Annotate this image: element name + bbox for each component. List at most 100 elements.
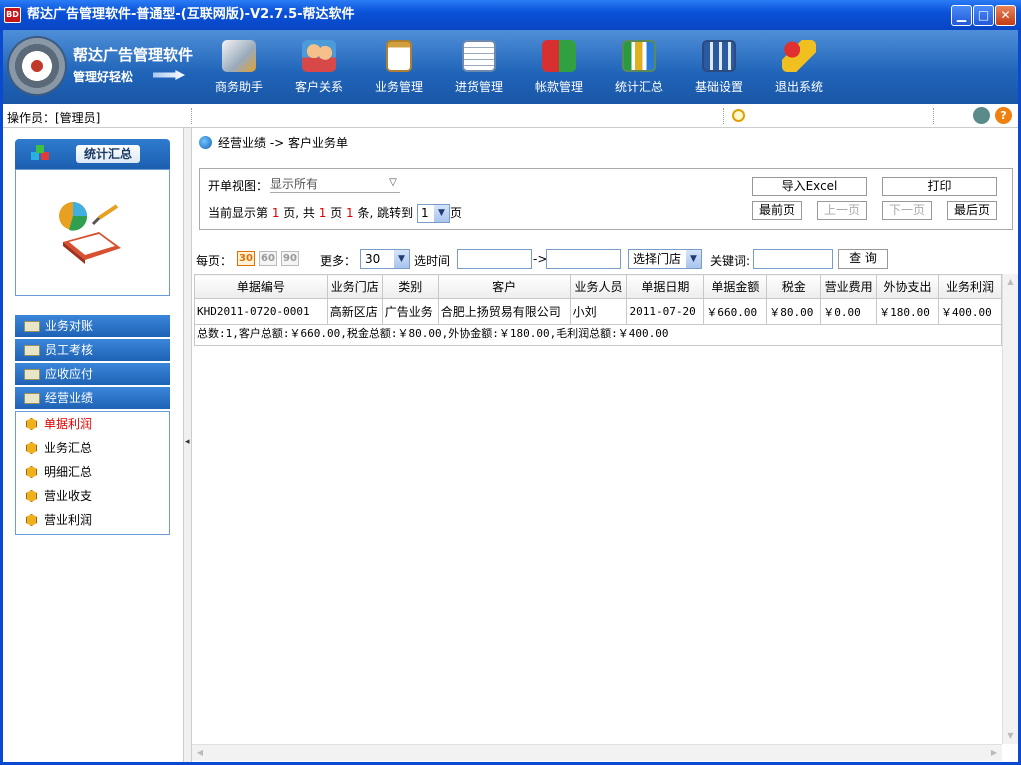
export-excel-button[interactable]: 导入Excel <box>752 177 867 196</box>
title-bar[interactable]: BD 帮达广告管理软件-普通型-(互联网版)-V2.7.5-帮达软件 ▁ □ ✕ <box>0 0 1021 30</box>
menu-employee-assessment[interactable]: 员工考核 <box>15 339 170 361</box>
col-header[interactable]: 业务人员 <box>569 274 628 299</box>
submenu-item-business-summary[interactable]: 业务汇总 <box>16 436 166 460</box>
per-page-60[interactable]: 60 <box>259 251 277 266</box>
chevron-down-icon: ▽ <box>389 177 397 188</box>
maximize-button[interactable]: □ <box>973 5 994 26</box>
toolbar-business-management[interactable]: 业务管理 <box>363 36 435 98</box>
first-page-button[interactable]: 最前页 <box>752 201 802 220</box>
col-header[interactable]: 单据金额 <box>703 274 768 299</box>
start-date-input[interactable] <box>457 249 532 269</box>
toolbar-exit-system[interactable]: 退出系统 <box>763 36 835 98</box>
breadcrumb: 经营业绩 -> 客户业务单 <box>199 134 348 151</box>
store-select-value: 选择门店 <box>633 252 682 266</box>
cell-customer: 合肥上扬贸易有限公司 <box>437 298 571 325</box>
help-icon[interactable]: ? <box>995 107 1012 124</box>
col-header[interactable]: 单据编号 <box>194 274 328 299</box>
col-header[interactable]: 业务利润 <box>938 274 1002 299</box>
operator-label: 操作员：[管理员] <box>7 111 101 125</box>
toolbar-accounts-management[interactable]: 帐款管理 <box>523 36 595 98</box>
next-page-button[interactable]: 下一页 <box>882 201 932 220</box>
per-page-30[interactable]: 30 <box>237 251 255 266</box>
page-info-text: 页 <box>449 206 462 220</box>
toolbar-customer-relations[interactable]: 客户关系 <box>283 36 355 98</box>
sidebar-splitter[interactable]: ◂ <box>183 128 192 762</box>
time-label: 选时间 <box>414 254 451 268</box>
folder-icon <box>24 321 40 332</box>
table-header-row: 单据编号 业务门店 类别 客户 业务人员 单据日期 单据金额 税金 营业费用 外… <box>194 274 1002 299</box>
more-select-value: 30 <box>365 252 381 266</box>
scroll-left-icon[interactable]: ◀ <box>192 745 208 761</box>
query-button[interactable]: 查 询 <box>838 249 888 269</box>
bar-chart-icon <box>622 40 656 72</box>
menu-business-reconciliation[interactable]: 业务对账 <box>15 315 170 337</box>
scroll-up-icon[interactable]: ▲ <box>1003 274 1018 290</box>
calculator-icon <box>702 40 736 72</box>
scroll-down-icon[interactable]: ▼ <box>1003 728 1018 744</box>
cell-operating-cost: ￥0.00 <box>820 298 878 325</box>
brand-slogan: 管理好轻松 <box>73 70 134 84</box>
record-count: 1 <box>346 206 354 220</box>
view-select-value: 显示所有 <box>270 177 319 191</box>
scroll-right-icon[interactable]: ▶ <box>986 745 1002 761</box>
toolbar-statistics[interactable]: 统计汇总 <box>603 36 675 98</box>
app-logo-icon: BD <box>4 7 21 23</box>
end-date-input[interactable] <box>546 249 621 269</box>
submenu-label: 营业利润 <box>44 513 93 527</box>
col-header[interactable]: 业务门店 <box>326 274 383 299</box>
minimize-button[interactable]: ▁ <box>951 5 972 26</box>
col-header[interactable]: 税金 <box>766 274 822 299</box>
toolbar-business-assistant[interactable]: 商务助手 <box>203 36 275 98</box>
close-button[interactable]: ✕ <box>995 5 1016 26</box>
menu-business-performance[interactable]: 经营业绩 <box>15 387 170 409</box>
submenu-item-document-profit[interactable]: 单据利润 <box>16 412 166 436</box>
cell-doc-number: KHD2011-0720-0001 <box>194 298 328 325</box>
window-title: 帮达广告管理软件-普通型-(互联网版)-V2.7.5-帮达软件 <box>27 7 355 22</box>
submenu-item-operating-profit[interactable]: 营业利润 <box>16 508 166 532</box>
last-page-button[interactable]: 最后页 <box>947 201 997 220</box>
view-options-panel: 开单视图： 显示所有 ▽ 当前显示第 1 页, 共 1 页 1 条, 跳转到 1 ▼… <box>199 168 1013 230</box>
clock-icon <box>732 109 745 122</box>
toolbar-basic-settings[interactable]: 基础设置 <box>683 36 755 98</box>
cubes-icon <box>31 145 49 160</box>
arrow-right-icon <box>153 70 185 80</box>
horizontal-scrollbar[interactable]: ◀ ▶ <box>192 744 1002 761</box>
more-select[interactable]: 30 ▼ <box>360 249 410 269</box>
jump-page-value: 1 <box>420 206 429 220</box>
arrows-exchange-icon <box>542 40 576 72</box>
collapse-arrow-icon[interactable]: ◂ <box>185 437 190 447</box>
col-header[interactable]: 营业费用 <box>820 274 878 299</box>
print-button[interactable]: 打印 <box>882 177 997 196</box>
cube-icon <box>26 442 37 454</box>
store-select[interactable]: 选择门店 ▼ <box>628 249 702 269</box>
col-header[interactable]: 单据日期 <box>626 274 705 299</box>
toolbar-label: 退出系统 <box>774 80 823 94</box>
per-page-90[interactable]: 90 <box>281 251 299 266</box>
submenu-item-detail-summary[interactable]: 明细汇总 <box>16 460 166 484</box>
cube-icon <box>26 490 37 502</box>
brand-name: 帮达广告管理软件 <box>73 46 194 64</box>
sidebar: 统计汇总 业务对账 员工考核 应收应付 经营业绩 单据利润 业务汇总 明细汇总 … <box>3 128 183 762</box>
submenu-item-income-expense[interactable]: 营业收支 <box>16 484 166 508</box>
cell-tax: ￥80.00 <box>766 298 822 325</box>
cell-staff: 小刘 <box>569 298 628 325</box>
col-header[interactable]: 类别 <box>381 274 439 299</box>
chevron-down-icon: ▼ <box>433 205 449 222</box>
chevron-down-icon: ▼ <box>686 250 701 268</box>
vertical-scrollbar[interactable]: ▲ ▼ <box>1002 274 1018 744</box>
keyword-input[interactable] <box>753 249 833 269</box>
view-select[interactable]: 显示所有 ▽ <box>270 175 400 193</box>
sidebar-illustration <box>15 169 170 296</box>
jump-page-select[interactable]: 1 ▼ <box>416 204 450 223</box>
prev-page-button[interactable]: 上一页 <box>817 201 867 220</box>
menu-receivables-payables[interactable]: 应收应付 <box>15 363 170 385</box>
per-page-label: 每页： <box>196 254 233 268</box>
table-row[interactable]: KHD2011-0720-0001 高新区店 广告业务 合肥上扬贸易有限公司 小… <box>194 298 1002 325</box>
app-window: BD 帮达广告管理软件-普通型-(互联网版)-V2.7.5-帮达软件 ▁ □ ✕… <box>0 0 1021 765</box>
page-info-text: 条, 跳转到 <box>353 206 414 220</box>
col-header[interactable]: 客户 <box>437 274 571 299</box>
toolbar-purchase-management[interactable]: 进货管理 <box>443 36 515 98</box>
refresh-icon[interactable] <box>973 107 990 124</box>
submenu-label: 明细汇总 <box>44 465 93 479</box>
col-header[interactable]: 外协支出 <box>876 274 939 299</box>
